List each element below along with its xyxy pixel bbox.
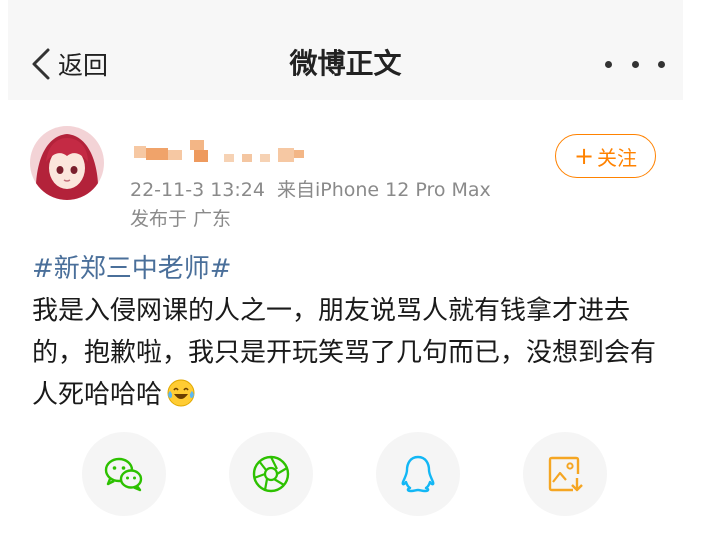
save-image-icon [548, 456, 583, 492]
share-bar [0, 432, 707, 518]
qq-icon [401, 455, 435, 493]
save-image-button[interactable] [523, 432, 607, 516]
page-title: 微博正文 [289, 47, 402, 80]
post-content: #新郑三中老师# 我是入侵网课的人之一，朋友说骂人就有钱拿才进去的，抱歉啦，我只… [32, 248, 672, 416]
plus-icon: + [573, 142, 595, 170]
more-dots-icon [605, 60, 612, 68]
post-meta: 22-11-3 13:24 来自iPhone 12 Pro Max [130, 175, 491, 202]
follow-button[interactable]: + 关注 [555, 134, 656, 178]
more-dots-icon [658, 60, 665, 68]
avatar-image [30, 126, 104, 200]
share-moments-button[interactable] [229, 432, 313, 516]
top-nav-bar: 返回 微博正文 [8, 0, 683, 100]
username-redacted[interactable] [130, 140, 320, 164]
follow-label: 关注 [597, 145, 638, 170]
post-location: 发布于 广东 [130, 208, 232, 230]
post-text: 我是入侵网课的人之一，朋友说骂人就有钱拿才进去的，抱歉啦，我只是开玩笑骂了几句而… [32, 296, 657, 410]
avatar[interactable] [30, 126, 104, 200]
post-source: 来自iPhone 12 Pro Max [276, 179, 491, 201]
wechat-icon [104, 457, 143, 492]
moments-icon [252, 455, 290, 493]
laugh-cry-emoji-icon [167, 379, 195, 407]
hashtag-link[interactable]: #新郑三中老师# [32, 248, 672, 290]
more-options-button[interactable] [605, 52, 665, 76]
share-qq-button[interactable] [376, 432, 460, 516]
post-timestamp: 22-11-3 13:24 [130, 179, 265, 201]
more-dots-icon [631, 60, 639, 68]
share-wechat-button[interactable] [82, 432, 166, 516]
